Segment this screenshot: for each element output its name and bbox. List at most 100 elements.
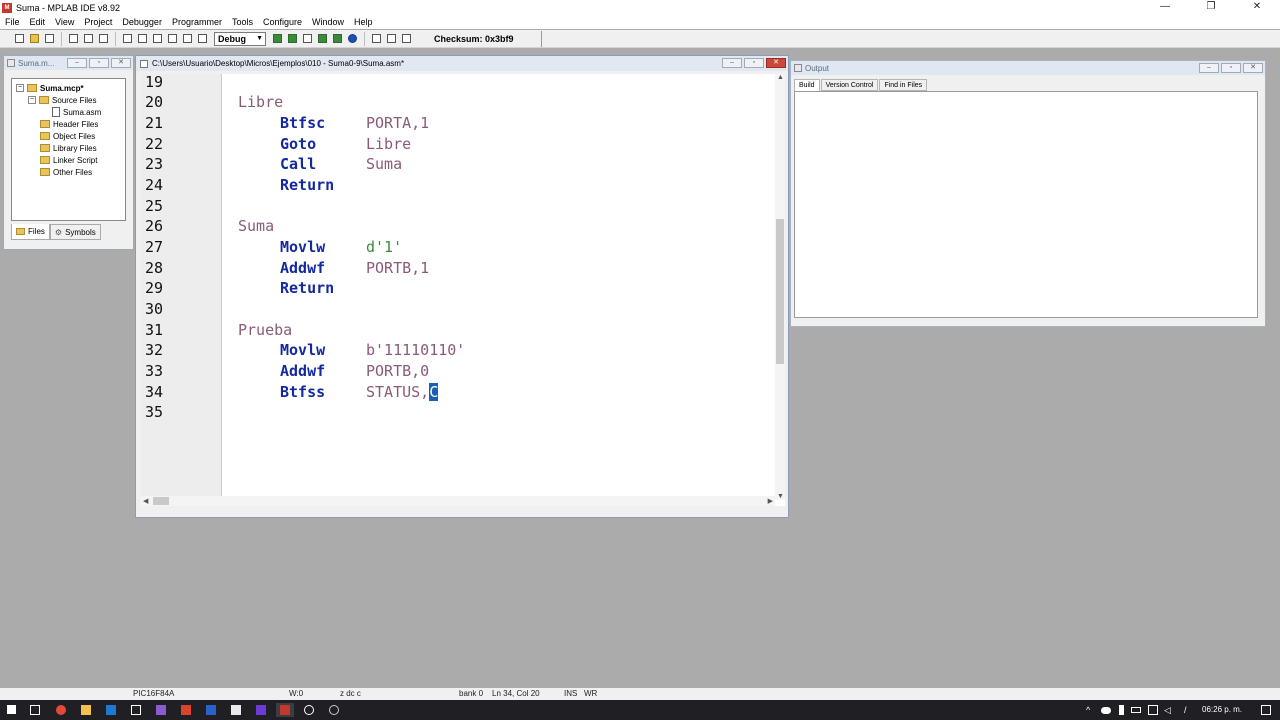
- tree-item-linker-script[interactable]: Linker Script: [40, 154, 97, 166]
- scroll-left-icon[interactable]: ◀: [143, 497, 148, 505]
- task-view-button[interactable]: [28, 703, 42, 717]
- vertical-scrollbar[interactable]: ▲ ▼: [775, 74, 785, 500]
- vertical-scroll-thumb[interactable]: [776, 219, 784, 364]
- editor-close-button[interactable]: ✕: [766, 58, 786, 68]
- output-close-button[interactable]: ✕: [1243, 63, 1263, 73]
- taskbar-app-purple[interactable]: [254, 703, 268, 717]
- info-button[interactable]: [345, 32, 359, 46]
- scroll-right-icon[interactable]: ▶: [768, 497, 773, 505]
- tray-microphone[interactable]: [1114, 703, 1128, 717]
- menu-edit[interactable]: Edit: [25, 15, 51, 29]
- menu-project[interactable]: Project: [79, 15, 117, 29]
- save-button[interactable]: [42, 32, 56, 46]
- tray-network[interactable]: [1146, 703, 1160, 717]
- tree-item-source-files[interactable]: − Source Files: [28, 94, 96, 106]
- tray-volume[interactable]: ◁: [1162, 703, 1176, 717]
- horizontal-scroll-thumb[interactable]: [153, 497, 169, 505]
- collapse-icon[interactable]: −: [16, 84, 24, 92]
- taskbar-visual-studio[interactable]: [154, 703, 168, 717]
- reset-icon: [371, 34, 381, 43]
- cut-button[interactable]: [66, 32, 80, 46]
- output-restore-button[interactable]: ▫: [1221, 63, 1241, 73]
- paste-button[interactable]: [96, 32, 110, 46]
- menu-help[interactable]: Help: [349, 15, 378, 29]
- menu-view[interactable]: View: [50, 15, 79, 29]
- taskbar-mplab[interactable]: [276, 703, 294, 717]
- code-line-32-args: b'11110110': [366, 340, 465, 360]
- taskbar-app-circle[interactable]: [327, 703, 341, 717]
- output-minimize-button[interactable]: –: [1199, 63, 1219, 73]
- taskbar-settings[interactable]: [302, 703, 316, 717]
- tree-item-suma-asm[interactable]: Suma.asm: [52, 106, 101, 118]
- menu-window[interactable]: Window: [307, 15, 349, 29]
- tree-item-header-files[interactable]: Header Files: [40, 118, 98, 130]
- tray-chevron-up[interactable]: ^: [1084, 703, 1098, 717]
- output-window-titlebar[interactable]: Output – ▫ ✕: [791, 61, 1265, 75]
- project-window-titlebar[interactable]: Suma.m... – ▫ ✕: [4, 56, 133, 70]
- open-file-button[interactable]: [27, 32, 41, 46]
- find-button[interactable]: [135, 32, 149, 46]
- tray-pen[interactable]: /: [1182, 703, 1196, 717]
- tab-version-control[interactable]: Version Control: [820, 79, 879, 91]
- tray-battery[interactable]: [1129, 703, 1143, 717]
- build-output-pane[interactable]: [794, 91, 1258, 318]
- tab-build[interactable]: Build: [794, 79, 820, 91]
- line-number: 22: [145, 135, 164, 153]
- print-button[interactable]: [120, 32, 134, 46]
- menu-configure[interactable]: Configure: [258, 15, 307, 29]
- watch-button[interactable]: [384, 32, 398, 46]
- tree-item-project[interactable]: − Suma.mcp*: [16, 82, 84, 94]
- menu-debugger[interactable]: Debugger: [117, 15, 167, 29]
- tree-item-library-files[interactable]: Library Files: [40, 142, 97, 154]
- menu-tools[interactable]: Tools: [227, 15, 258, 29]
- collapse-icon[interactable]: −: [28, 96, 36, 104]
- taskbar: ^ ◁ / 06:26 p. m.: [0, 700, 1280, 720]
- printer-icon: [122, 34, 132, 43]
- project-restore-button[interactable]: ▫: [89, 58, 109, 68]
- tray-cloud[interactable]: [1099, 703, 1113, 717]
- editor-restore-button[interactable]: ▫: [744, 58, 764, 68]
- taskbar-app-white[interactable]: [229, 703, 243, 717]
- tree-item-other-files[interactable]: Other Files: [40, 166, 92, 178]
- tree-item-object-files[interactable]: Object Files: [40, 130, 95, 142]
- make-button[interactable]: [285, 32, 299, 46]
- project-minimize-button[interactable]: –: [67, 58, 87, 68]
- close-button[interactable]: ✕: [1234, 0, 1280, 15]
- tab-find-in-files[interactable]: Find in Files: [879, 79, 928, 91]
- scroll-down-icon[interactable]: ▼: [777, 493, 784, 500]
- bookmark-next-button[interactable]: [180, 32, 194, 46]
- editor-titlebar[interactable]: C:\Users\Usuario\Desktop\Micros\Ejemplos…: [136, 56, 788, 71]
- notifications-button[interactable]: [1259, 703, 1273, 717]
- debug-reset-button[interactable]: [369, 32, 383, 46]
- copy-button[interactable]: [81, 32, 95, 46]
- taskbar-messages[interactable]: [129, 703, 143, 717]
- save-workspace-button[interactable]: [300, 32, 314, 46]
- start-button[interactable]: [5, 703, 19, 717]
- build-all-button[interactable]: [315, 32, 329, 46]
- taskbar-app-blue[interactable]: [204, 703, 218, 717]
- tab-symbols[interactable]: ⚙ Symbols: [49, 224, 101, 240]
- menu-file[interactable]: File: [0, 15, 25, 29]
- help-button[interactable]: [195, 32, 209, 46]
- project-wizard-button[interactable]: [330, 32, 344, 46]
- horizontal-scrollbar[interactable]: ◀ ▶: [141, 496, 775, 506]
- project-close-button[interactable]: ✕: [111, 58, 131, 68]
- taskbar-app-red[interactable]: [179, 703, 193, 717]
- restore-button[interactable]: ❐: [1188, 0, 1234, 15]
- memory-button[interactable]: [399, 32, 413, 46]
- taskbar-chrome[interactable]: [54, 703, 68, 717]
- menu-programmer[interactable]: Programmer: [167, 15, 227, 29]
- minimize-button[interactable]: —: [1142, 0, 1188, 15]
- editor-minimize-button[interactable]: –: [722, 58, 742, 68]
- scroll-up-icon[interactable]: ▲: [777, 74, 784, 81]
- code-editor[interactable]: 19 20 21 22 23 24 25 26 27 28 29 30 31 3…: [141, 73, 785, 506]
- taskbar-outlook[interactable]: [104, 703, 118, 717]
- tab-files[interactable]: Files: [11, 224, 50, 240]
- find-next-button[interactable]: [150, 32, 164, 46]
- bookmark-prev-button[interactable]: [165, 32, 179, 46]
- build-config-select[interactable]: Debug ▼: [214, 31, 266, 46]
- taskbar-clock[interactable]: 06:26 p. m.: [1202, 700, 1242, 720]
- new-file-button[interactable]: [12, 32, 26, 46]
- taskbar-file-explorer[interactable]: [79, 703, 93, 717]
- build-button[interactable]: [270, 32, 284, 46]
